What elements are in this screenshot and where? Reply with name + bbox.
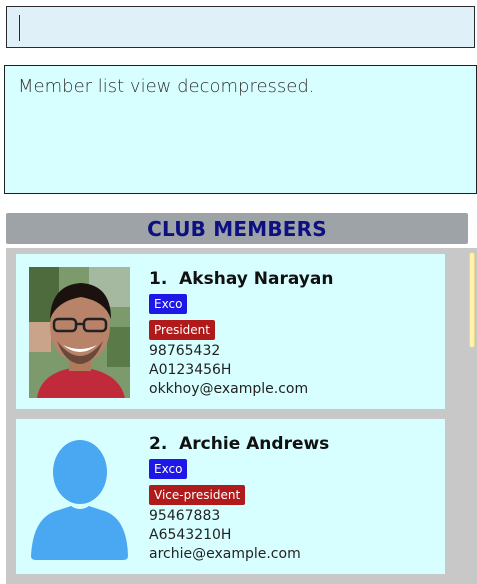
scrollbar-thumb[interactable] — [469, 252, 475, 348]
member-name-line: 1. Akshay Narayan — [149, 268, 333, 290]
member-name-line: 2. Archie Andrews — [149, 433, 329, 455]
position-tag: President — [149, 320, 215, 340]
member-matric: A6543210H — [149, 527, 232, 543]
result-message: Member list view decompressed. — [18, 76, 315, 97]
member-matric: A0123456H — [149, 362, 232, 378]
member-name: Archie Andrews — [179, 434, 330, 454]
member-index: 2. — [149, 434, 168, 454]
member-phone: 98765432 — [149, 343, 221, 359]
member-phone: 95467883 — [149, 508, 221, 524]
member-info: 1. Akshay Narayan Exco President 9876543… — [149, 268, 333, 399]
member-name: Akshay Narayan — [179, 269, 334, 289]
member-list-header: CLUB MEMBERS — [6, 213, 468, 244]
member-email: archie@example.com — [149, 546, 301, 562]
default-avatar-icon — [29, 432, 130, 563]
member-info: 2. Archie Andrews Exco Vice-president 95… — [149, 433, 329, 564]
role-tag: Exco — [149, 294, 188, 314]
scrollbar[interactable] — [468, 248, 477, 584]
text-caret — [19, 15, 20, 41]
result-display: Member list view decompressed. — [4, 65, 477, 194]
member-card[interactable]: 1. Akshay Narayan Exco President 9876543… — [16, 254, 445, 409]
member-card[interactable]: 2. Archie Andrews Exco Vice-president 95… — [16, 419, 445, 574]
panel-title: CLUB MEMBERS — [147, 216, 327, 241]
member-photo — [29, 267, 130, 398]
role-tag: Exco — [149, 459, 188, 479]
position-tag: Vice-president — [149, 485, 246, 505]
member-email: okkhoy@example.com — [149, 381, 309, 397]
member-index: 1. — [149, 269, 168, 289]
member-list[interactable]: 1. Akshay Narayan Exco President 9876543… — [6, 248, 468, 584]
command-input[interactable] — [6, 6, 475, 48]
